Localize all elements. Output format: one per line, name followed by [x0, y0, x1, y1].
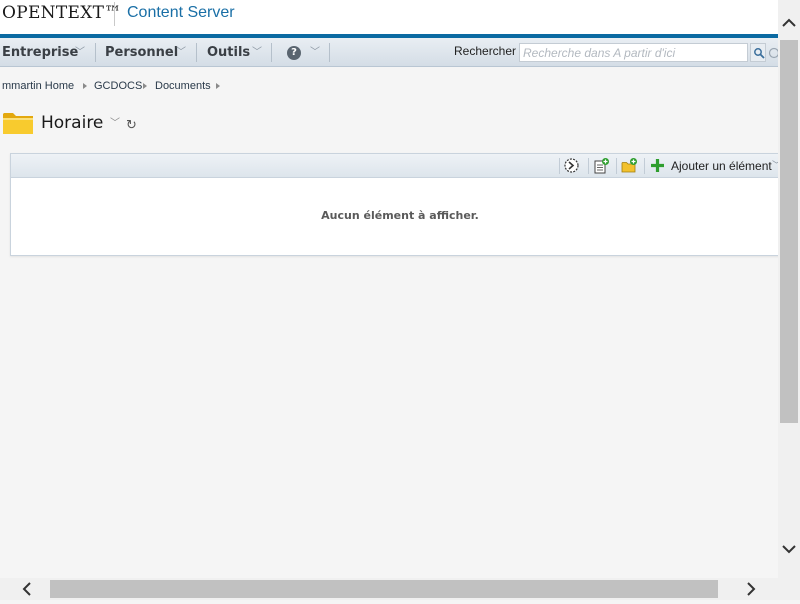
- nav-divider: [329, 43, 330, 62]
- breadcrumb-home[interactable]: mmartin Home: [2, 80, 74, 92]
- nav-entreprise[interactable]: Entreprise: [2, 38, 78, 67]
- add-item-button[interactable]: Ajouter un élément: [671, 154, 772, 178]
- app-header: OPENTEXT™ Content Server: [0, 0, 778, 34]
- add-folder-icon[interactable]: [621, 157, 638, 174]
- product-name: Content Server: [127, 4, 235, 21]
- horizontal-scroll-thumb[interactable]: [50, 580, 718, 598]
- plus-icon[interactable]: [649, 157, 666, 174]
- search-input[interactable]: [519, 43, 748, 62]
- items-panel: Ajouter un élément ﹀ Aucun élément à aff…: [10, 153, 778, 256]
- add-document-icon[interactable]: [593, 157, 610, 174]
- toolbar-divider: [559, 158, 560, 174]
- breadcrumb-documents[interactable]: Documents: [155, 80, 211, 92]
- search-button[interactable]: [750, 43, 766, 62]
- chevron-down-icon[interactable]: ﹀: [176, 38, 186, 67]
- scroll-down-icon[interactable]: [778, 538, 800, 560]
- nav-personnel[interactable]: Personnel: [105, 38, 178, 67]
- breadcrumb-gcdocs[interactable]: GCDOCS: [94, 80, 142, 92]
- refresh-icon[interactable]: ↻: [126, 118, 137, 133]
- panel-toolbar: Ajouter un élément ﹀: [11, 154, 778, 178]
- search-label: Rechercher: [454, 44, 517, 58]
- search-options-icon[interactable]: [768, 45, 778, 59]
- opentext-logo[interactable]: OPENTEXT™: [2, 3, 122, 23]
- toolbar-divider: [644, 158, 645, 174]
- folder-icon: [2, 110, 34, 140]
- scroll-up-icon[interactable]: [778, 12, 800, 34]
- nav-outils[interactable]: Outils: [207, 38, 250, 67]
- empty-state-message: Aucun élément à afficher.: [321, 209, 479, 222]
- main-navbar: Entreprise ﹀ Personnel ﹀ Outils ﹀ ? ﹀ Re…: [0, 38, 778, 67]
- chevron-down-icon[interactable]: ﹀: [310, 38, 320, 67]
- scroll-left-icon[interactable]: [16, 578, 38, 600]
- toolbar-divider: [588, 158, 589, 174]
- chevron-down-icon[interactable]: ﹀: [252, 38, 262, 67]
- header-divider: [114, 2, 115, 26]
- nav-divider: [271, 43, 272, 62]
- scroll-right-icon[interactable]: [740, 578, 762, 600]
- nav-divider: [196, 43, 197, 62]
- chevron-down-icon[interactable]: ﹀: [75, 38, 85, 67]
- toolbar-divider: [616, 158, 617, 174]
- help-circle-icon[interactable]: ?: [287, 46, 301, 60]
- search-icon: [754, 48, 765, 59]
- breadcrumb-separator-icon: [83, 83, 87, 89]
- page-title: Horaire: [41, 113, 104, 133]
- breadcrumb-separator-icon[interactable]: [216, 83, 220, 89]
- vertical-scroll-thumb[interactable]: [780, 40, 798, 423]
- clock-refresh-icon[interactable]: [563, 157, 580, 174]
- breadcrumb-separator-icon: [143, 83, 147, 89]
- chevron-down-icon[interactable]: ﹀: [110, 114, 120, 129]
- browser-viewport: OPENTEXT™ Content Server Entreprise ﹀ Pe…: [0, 0, 778, 578]
- nav-divider: [95, 43, 96, 62]
